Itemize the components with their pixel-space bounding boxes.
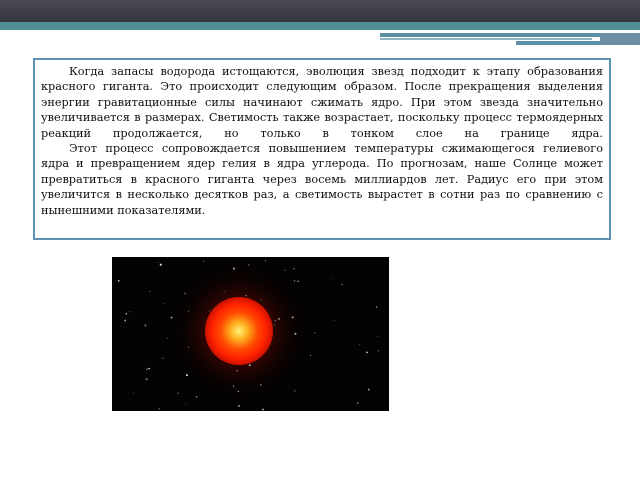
background-star [162, 357, 164, 359]
background-star [375, 306, 378, 308]
background-star [237, 404, 241, 407]
background-star [377, 335, 379, 337]
background-star [125, 313, 128, 315]
background-star [284, 269, 286, 271]
background-star [357, 402, 359, 404]
background-star [333, 320, 335, 321]
background-star [117, 279, 120, 282]
background-star [166, 337, 169, 339]
background-star [314, 332, 316, 334]
background-star [124, 319, 127, 322]
background-star [148, 367, 150, 370]
background-star [264, 260, 267, 262]
background-star [163, 303, 165, 305]
paragraph-2: Этот процесс сопровождается повышением т… [41, 142, 603, 217]
header-teal-stripe [0, 22, 640, 30]
background-star [248, 264, 250, 266]
background-star [293, 279, 296, 282]
header-band [0, 0, 640, 22]
background-star [365, 351, 368, 354]
background-star [132, 392, 134, 394]
background-star [293, 268, 295, 270]
background-star [185, 374, 188, 377]
background-star [158, 408, 160, 410]
background-star [170, 316, 173, 319]
background-star [177, 392, 179, 394]
red-giant-star [205, 297, 273, 365]
background-star [262, 408, 264, 411]
background-star [159, 263, 162, 266]
background-star [148, 290, 151, 293]
background-star [359, 344, 361, 345]
background-star [377, 350, 380, 352]
background-star [297, 280, 299, 283]
red-giant-image [112, 257, 389, 411]
accent-bar-thin [380, 38, 592, 40]
background-star [129, 311, 131, 313]
background-star [195, 395, 198, 398]
background-star [294, 390, 296, 392]
paragraph-1: Когда запасы водорода истощаются, эволюц… [41, 65, 603, 140]
background-star [146, 368, 149, 371]
background-star [367, 388, 370, 391]
background-star [185, 403, 187, 405]
accent-block [600, 33, 640, 45]
background-star [144, 324, 147, 327]
background-star [158, 262, 160, 264]
text-box: Когда запасы водорода истощаются, эволюц… [33, 58, 611, 240]
background-star [203, 260, 205, 262]
background-star [341, 283, 343, 286]
background-star [310, 354, 312, 356]
background-star [330, 277, 332, 279]
background-star [145, 378, 148, 381]
